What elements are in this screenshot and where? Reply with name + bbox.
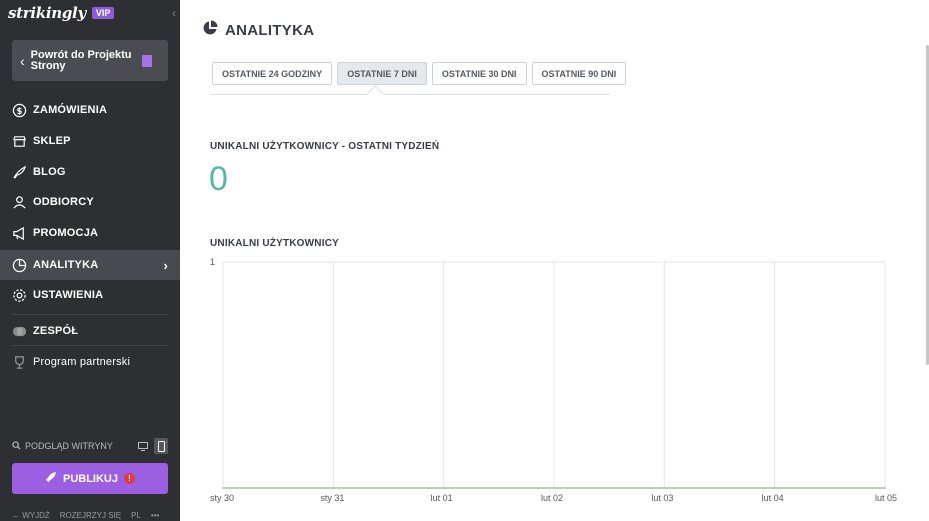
rocket-icon [45,471,57,486]
sidebar-item-promotion[interactable]: PROMOCJA [0,218,180,248]
tab-underline [210,94,610,95]
x-tick-label: lut 02 [541,493,563,503]
stat-value: 0 [209,160,228,198]
page-header: ANALITYKA [202,20,314,41]
mobile-icon[interactable] [154,438,168,454]
x-tick-label: lut 03 [651,493,673,503]
sidebar-item-team[interactable]: ZESPÓŁ [0,316,180,346]
data-point [442,487,445,489]
sidebar-item-analytics[interactable]: ANALITYKA › [0,250,180,280]
publish-label: PUBLIKUJ [62,472,118,485]
range-tabs: OSTATNIE 24 GODZINY OSTATNIE 7 DNI OSTAT… [212,62,627,85]
main-content: ANALITYKA OSTATNIE 24 GODZINY OSTATNIE 7… [180,0,929,521]
x-tick-label: sty 31 [320,493,344,503]
gear-icon [12,288,27,303]
data-point [332,487,335,489]
sidebar-item-label: BLOG [33,166,66,178]
data-point [553,487,555,489]
document-icon [141,54,152,67]
desktop-icon[interactable] [136,438,150,454]
data-point [884,487,886,489]
logo[interactable]: strikingly [8,4,86,22]
svg-text:$: $ [16,105,22,115]
unique-users-chart: 1 sty 30 sty 31 lut 01 lut 02 lut 03 lut 04 lut… [210,257,897,503]
sidebar-footer: ← WYJDŹ ROZEJRZYJ SIĘ PL ••• [12,511,172,521]
pie-chart-icon [202,20,218,41]
trophy-icon [12,355,27,370]
sidebar-item-audience[interactable]: ODBIORCY [0,187,180,217]
y-tick-label: 1 [210,257,215,267]
sidebar: strikingly VIP ‹ ‹ Powrót do Projektu St… [0,0,180,521]
pie-chart-icon [12,258,27,273]
megaphone-icon [12,226,27,241]
more-icon[interactable]: ••• [151,511,159,521]
x-tick-label: lut 04 [762,493,784,503]
warning-icon: ! [124,473,135,484]
sidebar-item-label: ZAMÓWIENIA [33,104,108,116]
sidebar-item-label: SKLEP [33,135,71,147]
sidebar-item-settings[interactable]: USTAWIENIA [0,280,180,310]
team-icon [12,324,27,339]
chevron-left-icon: ‹ [20,52,25,69]
tab-90d[interactable]: OSTATNIE 90 DNI [531,62,627,85]
sidebar-item-blog[interactable]: BLOG [0,157,180,187]
tab-24h[interactable]: OSTATNIE 24 GODZINY [212,62,333,85]
site-preview-row: PODGLĄD WITRYNY [12,437,168,455]
sidebar-item-orders[interactable]: $ ZAMÓWIENIA [0,95,180,125]
sidebar-divider [12,314,168,315]
people-icon [12,195,27,210]
language-link[interactable]: PL [131,511,141,521]
sidebar-item-label: ANALITYKA [33,259,99,271]
quill-icon [12,165,27,180]
tour-link[interactable]: ROZEJRZYJ SIĘ [60,511,121,521]
logo-row: strikingly VIP [8,4,115,22]
site-preview-label[interactable]: PODGLĄD WITRYNY [25,441,113,451]
sidebar-item-label: ODBIORCY [33,196,94,208]
page-title: ANALITYKA [225,22,315,39]
sidebar-item-partner-program[interactable]: Program partnerski [0,347,180,377]
device-toggle [136,438,168,454]
chart-title: UNIKALNI UŻYTKOWNICY [210,238,339,249]
data-point [773,487,776,489]
exit-link[interactable]: ← WYJDŹ [12,511,50,521]
back-label: Powrót do Projektu Strony [30,48,132,72]
sidebar-item-store[interactable]: SKLEP [0,126,180,156]
sidebar-item-label: Program partnerski [33,356,131,368]
tab-7d[interactable]: OSTATNIE 7 DNI [337,62,427,85]
collapse-sidebar-icon[interactable]: ‹ [172,6,176,20]
x-tick-label: lut 05 [875,493,897,503]
dollar-circle-icon: $ [12,103,27,118]
tab-30d[interactable]: OSTATNIE 30 DNI [431,62,527,85]
data-point [663,487,666,489]
stat-label: UNIKALNI UŻYTKOWNICY - OSTATNI TYDZIEŃ [210,141,440,152]
active-tab-caret [366,85,384,103]
search-icon [12,440,21,452]
store-icon [12,134,27,149]
sidebar-divider [12,345,168,346]
sidebar-item-label: PROMOCJA [33,227,99,239]
vip-badge: VIP [91,7,115,19]
x-tick-label: sty 30 [210,493,234,503]
sidebar-item-label: USTAWIENIA [33,289,104,301]
publish-button[interactable]: PUBLIKUJ ! [12,463,168,494]
chevron-right-icon: › [163,257,168,273]
x-tick-label: lut 01 [431,493,453,503]
sidebar-item-label: ZESPÓŁ [33,325,79,337]
data-point [222,487,224,489]
back-to-project-button[interactable]: ‹ Powrót do Projektu Strony [12,40,168,81]
